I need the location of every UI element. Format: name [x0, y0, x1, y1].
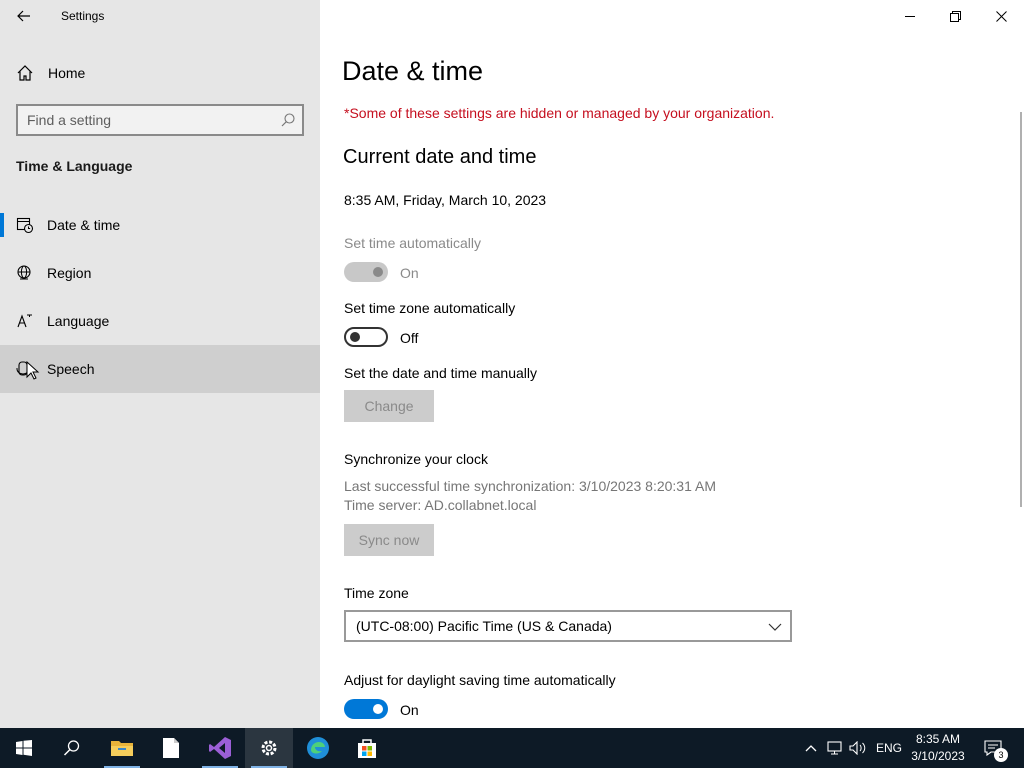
sync-clock-heading: Synchronize your clock: [344, 451, 488, 467]
close-icon: [995, 10, 1007, 22]
close-button[interactable]: [978, 0, 1024, 32]
set-timezone-auto-toggle[interactable]: [344, 327, 388, 347]
time-zone-label: Time zone: [344, 585, 409, 601]
restore-icon: [949, 10, 961, 22]
settings-icon: [261, 740, 277, 756]
taskbar-file-explorer[interactable]: [98, 728, 146, 768]
dst-toggle[interactable]: [344, 699, 388, 719]
sidebar-item-label: Speech: [47, 361, 95, 377]
mouse-cursor-icon: [26, 361, 40, 380]
input-language-indicator[interactable]: ENG: [876, 741, 902, 755]
section-title: Time & Language: [16, 158, 133, 174]
toggle-knob: [373, 704, 383, 714]
store-icon: [358, 739, 376, 758]
time-zone-select[interactable]: (UTC-08:00) Pacific Time (US & Canada): [344, 610, 792, 642]
app-title: Settings: [61, 9, 105, 23]
scrollbar[interactable]: [1020, 112, 1022, 507]
current-date-time-value: 8:35 AM, Friday, March 10, 2023: [344, 192, 547, 208]
sidebar-item-language[interactable]: Language: [0, 297, 320, 345]
taskbar: ENG 8:35 AM 3/10/2023 3: [0, 728, 1024, 768]
taskbar-notepad[interactable]: [147, 728, 195, 768]
set-timezone-auto-state: Off: [400, 330, 419, 346]
taskbar-settings[interactable]: [245, 728, 293, 768]
sidebar-item-speech[interactable]: Speech: [0, 345, 320, 393]
start-button[interactable]: [0, 728, 48, 768]
notification-count-badge: 3: [994, 748, 1008, 762]
taskbar-search-button[interactable]: [48, 728, 96, 768]
clock-calendar-icon: [16, 217, 34, 234]
edge-icon: [307, 737, 329, 759]
back-arrow-icon: [17, 10, 30, 22]
file-explorer-icon: [111, 741, 133, 756]
volume-tray-button[interactable]: [847, 728, 869, 768]
minimize-button[interactable]: [887, 0, 933, 32]
minimize-icon: [904, 15, 915, 17]
dst-label: Adjust for daylight saving time automati…: [344, 672, 616, 688]
sidebar: Settings Home Time & Language Date & tim…: [0, 0, 320, 728]
restore-button[interactable]: [932, 0, 978, 32]
sidebar-item-label: Region: [47, 265, 92, 281]
start-icon: [16, 740, 32, 756]
notepad-icon: [163, 738, 179, 758]
clock-time: 8:35 AM: [915, 732, 961, 746]
change-button[interactable]: Change: [344, 390, 434, 422]
volume-icon: [849, 741, 866, 755]
taskbar-store[interactable]: [343, 728, 391, 768]
taskbar-edge[interactable]: [294, 728, 342, 768]
set-time-auto-toggle[interactable]: [344, 262, 388, 282]
language-icon: [17, 314, 32, 328]
sidebar-item-date-time[interactable]: Date & time: [0, 201, 320, 249]
network-tray-button[interactable]: [824, 728, 846, 768]
last-sync-text: Last successful time synchronization: 3/…: [344, 478, 716, 494]
sync-now-button[interactable]: Sync now: [344, 524, 434, 556]
taskbar-clock[interactable]: 8:35 AM 3/10/2023: [906, 731, 970, 765]
search-box[interactable]: [16, 104, 304, 136]
sidebar-item-region[interactable]: Region: [0, 249, 320, 297]
search-icon[interactable]: [280, 112, 296, 128]
search-icon: [63, 740, 80, 756]
title-bar-left: Settings: [0, 0, 320, 34]
network-icon: [827, 741, 842, 755]
sidebar-item-home[interactable]: Home: [0, 55, 320, 91]
sidebar-item-label: Language: [47, 313, 110, 329]
taskbar-visual-studio[interactable]: [196, 728, 244, 768]
sidebar-item-label: Date & time: [47, 217, 121, 233]
home-icon: [17, 65, 33, 81]
chevron-down-icon: [768, 623, 782, 631]
manual-date-time-label: Set the date and time manually: [344, 365, 538, 381]
toggle-knob: [350, 332, 360, 342]
page-title: Date & time: [342, 56, 484, 86]
set-timezone-auto-label: Set time zone automatically: [344, 300, 516, 316]
dst-state: On: [400, 702, 419, 718]
visual-studio-icon: [209, 737, 231, 759]
main-content: Date & time *Some of these settings are …: [320, 0, 1024, 728]
managed-by-org-notice: *Some of these settings are hidden or ma…: [344, 105, 775, 121]
sidebar-item-label: Home: [48, 65, 86, 81]
clock-date: 3/10/2023: [911, 749, 965, 763]
toggle-knob: [373, 267, 383, 277]
time-server-text: Time server: AD.collabnet.local: [344, 497, 537, 513]
action-center-button[interactable]: 3: [978, 728, 1008, 768]
set-time-auto-state: On: [400, 265, 419, 281]
current-date-time-heading: Current date and time: [343, 146, 537, 168]
back-button[interactable]: [0, 0, 48, 32]
time-zone-value: (UTC-08:00) Pacific Time (US & Canada): [356, 618, 612, 634]
chevron-up-icon: [805, 745, 817, 752]
search-input[interactable]: [18, 106, 268, 134]
selection-indicator: [0, 213, 4, 237]
set-time-auto-label: Set time automatically: [344, 235, 481, 251]
show-hidden-icons-button[interactable]: [800, 728, 822, 768]
globe-icon: [17, 265, 31, 280]
